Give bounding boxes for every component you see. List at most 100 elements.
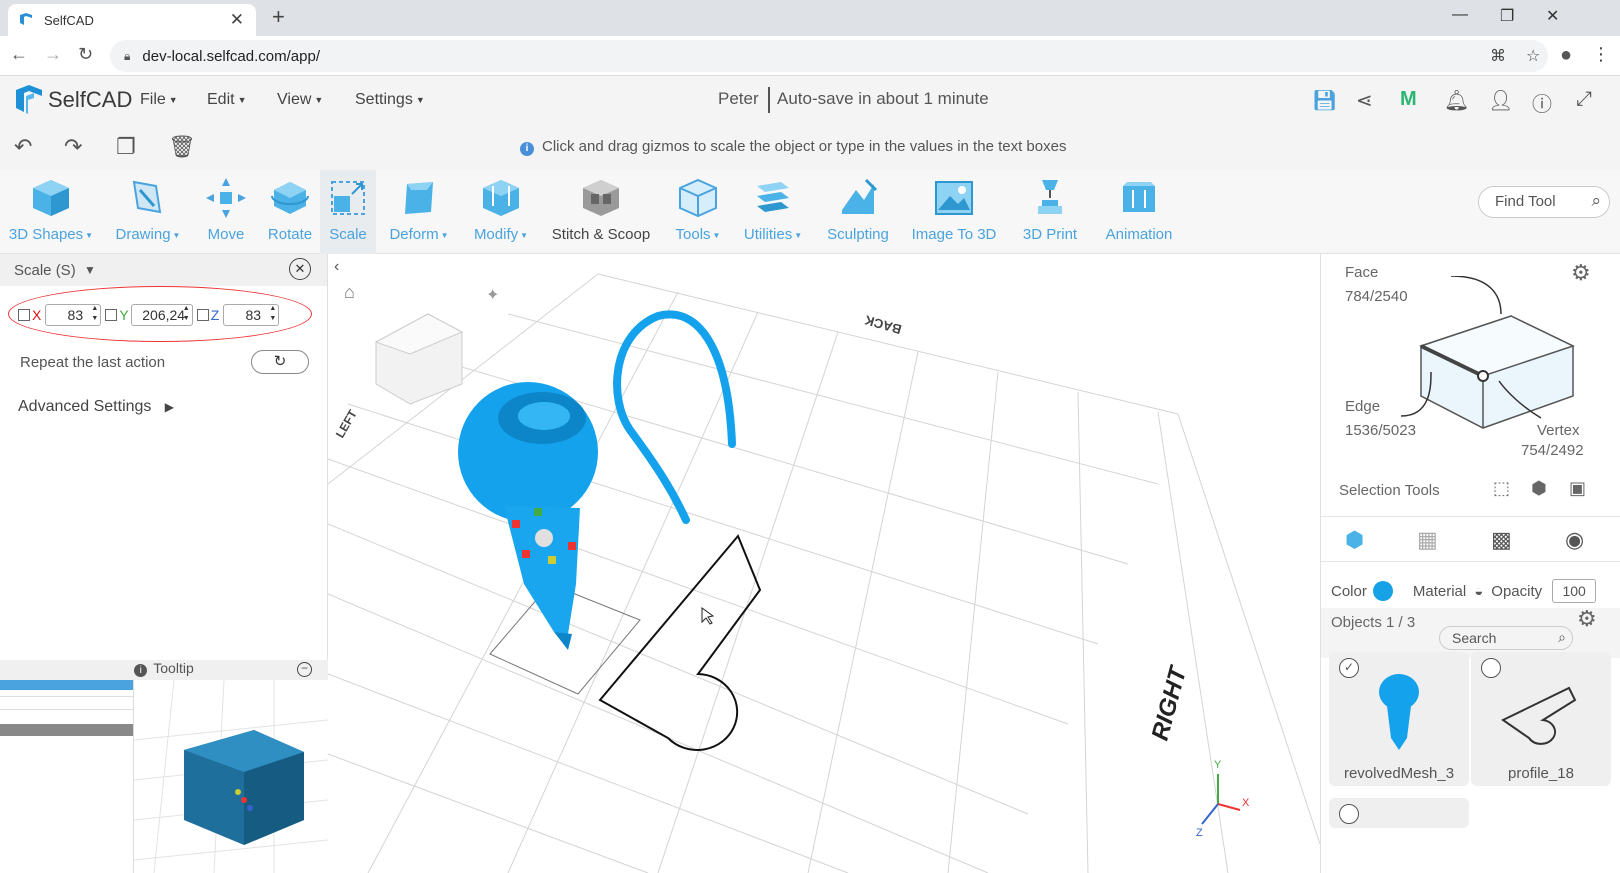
scale-x-input[interactable]: 83 ▲ ▼ (45, 304, 102, 326)
hint-text: Click and drag gizmos to scale the objec… (542, 138, 1067, 155)
mesh-select-icon[interactable]: ⬢ (1531, 478, 1547, 499)
reload-icon[interactable]: ↻ (78, 44, 93, 65)
blue-curve[interactable] (613, 310, 736, 524)
x-lock-checkbox[interactable] (18, 309, 30, 321)
menu-edit[interactable]: Edit ▼ (207, 91, 247, 109)
shaded-view-icon[interactable]: ◉ (1565, 527, 1584, 553)
wireframe-view-icon[interactable]: ▦ (1417, 527, 1438, 553)
z-lock-checkbox[interactable] (196, 309, 209, 321)
face-label: Face (1345, 264, 1379, 281)
stitch-scoop-icon (583, 180, 619, 216)
light-icon[interactable]: ✦ (486, 287, 499, 304)
object-select-icon[interactable]: ▣ (1569, 478, 1586, 499)
tool-3d-shapes[interactable]: 3D Shapes ▼ (6, 170, 96, 254)
delete-icon[interactable]: 🗑︎ (168, 134, 196, 160)
user-name[interactable]: Peter (718, 89, 759, 109)
tool-3d-print[interactable]: 3D Print (1012, 170, 1088, 254)
object-card[interactable]: ✓ revolvedMesh_3 (1329, 652, 1469, 786)
tool-modify[interactable]: Modify ▼ (468, 170, 534, 254)
y-lock-checkbox[interactable] (105, 309, 118, 321)
action-bar: ↶ ↷ ❐ 🗑︎ i Click and drag gizmos to scale… (0, 126, 1620, 170)
object-card[interactable] (1329, 798, 1469, 828)
menu-view[interactable]: View ▼ (277, 91, 323, 109)
repeat-button[interactable]: ↻ (251, 350, 309, 374)
tool-utilities[interactable]: Utilities ▼ (736, 170, 810, 254)
object-checkbox[interactable]: ✓ (1339, 658, 1359, 678)
selfcad-logo-icon (16, 85, 42, 114)
left-label: LEFT (333, 407, 360, 441)
url-field[interactable]: 🔒︎ dev-local.selfcad.com/app/ ⌘ ☆ (110, 40, 1548, 72)
spinner-icon: ▲ ▼ (269, 305, 277, 322)
account-icon[interactable]: 👤︎ (1488, 88, 1513, 113)
scale-panel-header[interactable]: Scale (S) ▼ ✕ (0, 254, 327, 286)
collapse-tooltip-icon[interactable]: − (297, 662, 312, 677)
save-icon[interactable]: 💾︎ (1312, 88, 1337, 113)
scale-z-input[interactable]: 83 ▲ ▼ (223, 304, 280, 326)
bell-icon[interactable]: 🔔︎ (1444, 88, 1469, 113)
fullscreen-icon[interactable]: ⤢ (1576, 88, 1592, 111)
3d-viewport[interactable]: ‹ ⌂ ✦ BACK LEFT RIGHT Y X Z (328, 254, 1320, 873)
tab-title: SelfCAD (44, 12, 94, 28)
undo-icon[interactable]: ↶ (14, 134, 32, 160)
forward-icon[interactable]: → (44, 44, 62, 65)
restore-icon[interactable]: ❐ (1500, 6, 1514, 26)
object-card[interactable]: profile_18 (1471, 652, 1611, 786)
copy-icon[interactable]: ❐ (116, 134, 136, 160)
browser-menu-icon[interactable]: ⋮ (1592, 44, 1610, 65)
scene-canvas[interactable]: ⌂ ✦ BACK LEFT RIGHT Y X Z (328, 254, 1320, 873)
tool-rotate[interactable]: Rotate (258, 170, 322, 254)
edge-label: Edge (1345, 398, 1381, 415)
close-tab-icon[interactable]: ✕ (230, 10, 244, 30)
object-checkbox[interactable] (1481, 658, 1501, 678)
tool-deform[interactable]: Deform ▼ (384, 170, 454, 254)
menu-settings[interactable]: Settings ▼ (355, 91, 425, 109)
tool-move[interactable]: Move (196, 170, 256, 254)
objects-search-input[interactable]: Search ⌕ (1439, 626, 1573, 650)
material-icon[interactable]: ◒ (1474, 583, 1483, 600)
main-toolbar: 3D Shapes ▼ Drawing ▼ Move Rotate Scale De… (0, 170, 1620, 254)
object-checkbox[interactable] (1339, 804, 1359, 824)
new-tab-icon[interactable]: + (272, 4, 285, 30)
minimize-icon[interactable]: — (1452, 6, 1468, 24)
tool-drawing[interactable]: Drawing ▼ (108, 170, 188, 254)
close-panel-icon[interactable]: ✕ (289, 258, 311, 280)
box-select-icon[interactable]: ⬚ (1493, 478, 1510, 499)
m-icon[interactable]: M (1400, 88, 1417, 111)
profile-icon[interactable]: ● (1560, 44, 1572, 67)
tool-scale[interactable]: Scale (320, 170, 376, 254)
objects-settings-icon[interactable]: ⚙ (1577, 606, 1597, 632)
redo-icon[interactable]: ↷ (64, 134, 82, 160)
tool-tools[interactable]: Tools ▼ (666, 170, 730, 254)
material-label[interactable]: Material (1413, 583, 1466, 600)
solid-view-icon[interactable]: ⬢ (1345, 527, 1364, 553)
edge-count: 1536/5023 (1345, 422, 1416, 439)
mouse-cursor (701, 607, 715, 625)
color-swatch[interactable] (1372, 581, 1393, 601)
translate-icon[interactable]: ⌘ (1490, 46, 1506, 66)
back-label: BACK (862, 312, 903, 337)
profile-thumbnail (1501, 686, 1577, 745)
advanced-settings[interactable]: Advanced Settings ▶ (18, 398, 174, 416)
scale-xyz-fields: X 83 ▲ ▼ Y 206,24 ▲ ▼ Z 83 ▲ ▼ (18, 304, 283, 326)
home-icon[interactable]: ⌂ (344, 282, 355, 302)
share-icon[interactable]: ⋖ (1356, 88, 1373, 113)
tool-image-to-3d[interactable]: Image To 3D (904, 170, 1004, 254)
info-icon[interactable]: ⓘ (1532, 88, 1552, 117)
panel-dropdown-icon[interactable]: ▼ (84, 263, 96, 277)
scale-y-input[interactable]: 206,24 ▲ ▼ (130, 304, 193, 326)
opacity-input[interactable]: 100 (1552, 579, 1597, 603)
view-cube[interactable] (374, 313, 464, 405)
mesh-view-icon[interactable]: ▩ (1491, 527, 1512, 553)
tool-stitch-scoop[interactable]: Stitch & Scoop (546, 170, 656, 254)
profile-outline[interactable] (598, 534, 762, 751)
back-icon[interactable]: ← (10, 44, 28, 65)
bookmark-star-icon[interactable]: ☆ (1526, 46, 1540, 66)
menu-file[interactable]: File ▼ (140, 91, 178, 109)
tool-sculpting[interactable]: Sculpting (820, 170, 896, 254)
tool-animation[interactable]: Animation (1096, 170, 1182, 254)
close-window-icon[interactable]: ✕ (1546, 6, 1559, 26)
find-tool-input[interactable]: Find Tool ⌕ (1478, 186, 1610, 218)
search-icon: ⌕ (1591, 191, 1601, 210)
browser-tab[interactable]: SelfCAD ✕ (8, 4, 256, 36)
selfcad-logo[interactable]: SelfCAD (14, 84, 132, 116)
